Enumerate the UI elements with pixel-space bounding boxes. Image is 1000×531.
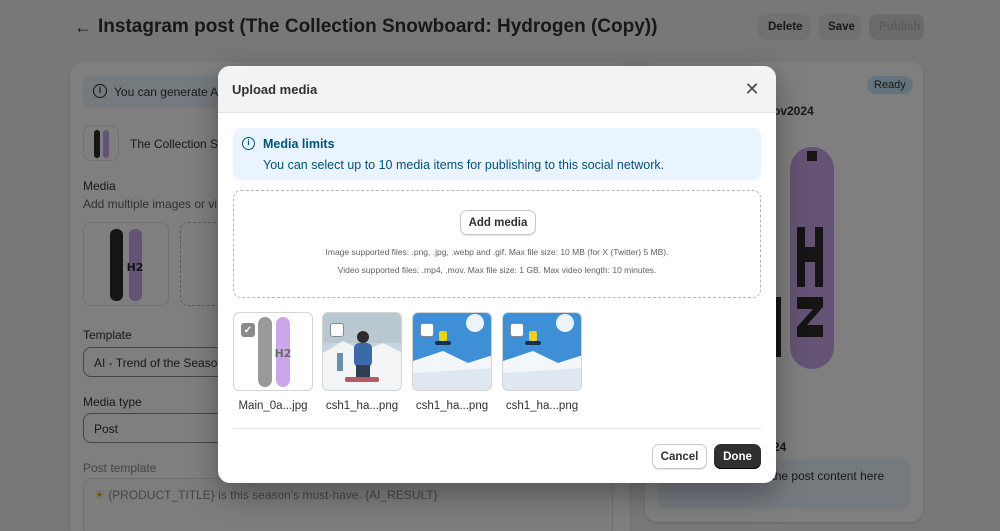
media-filename: csh1_ha...png	[415, 400, 489, 412]
media-item[interactable]: H2 ✓ Main_0a...jpg	[233, 312, 313, 416]
media-grid: H2 ✓ Main_0a...jpg csh1_ha...png csh1_ha…	[233, 312, 773, 416]
media-filename: csh1_ha...png	[325, 400, 399, 412]
upload-dropzone[interactable]: Add media Image supported files: .png, .…	[233, 190, 761, 298]
media-checkbox[interactable]	[510, 323, 524, 337]
cancel-button[interactable]: Cancel	[652, 444, 707, 469]
upload-media-modal: Upload media ✕ i Media limits You can se…	[218, 66, 776, 483]
media-filename: Main_0a...jpg	[238, 400, 308, 412]
media-item[interactable]: csh1_ha...png	[322, 312, 402, 416]
media-limits-text: You can select up to 10 media items for …	[263, 158, 665, 172]
svg-text:H2: H2	[275, 347, 292, 360]
modal-title: Upload media	[232, 82, 318, 97]
media-item[interactable]: csh1_ha...png	[412, 312, 492, 416]
media-checkbox[interactable]	[330, 323, 344, 337]
media-filename: csh1_ha...png	[505, 400, 579, 412]
media-limits-title: Media limits	[263, 137, 335, 151]
info-icon: i	[242, 137, 255, 150]
done-button[interactable]: Done	[714, 444, 761, 469]
close-icon[interactable]: ✕	[742, 80, 762, 100]
add-media-button[interactable]: Add media	[460, 210, 536, 235]
video-support-note: Video supported files: .mp4, .mov. Max f…	[337, 265, 657, 275]
modal-header: Upload media ✕	[218, 66, 776, 113]
media-checkbox[interactable]	[420, 323, 434, 337]
image-support-note: Image supported files: .png, .jpg, .webp…	[325, 247, 669, 257]
media-item[interactable]: csh1_ha...png	[502, 312, 582, 416]
modal-divider	[233, 428, 761, 429]
media-checkbox[interactable]: ✓	[241, 323, 255, 337]
media-limits-banner: i Media limits You can select up to 10 m…	[233, 128, 761, 180]
